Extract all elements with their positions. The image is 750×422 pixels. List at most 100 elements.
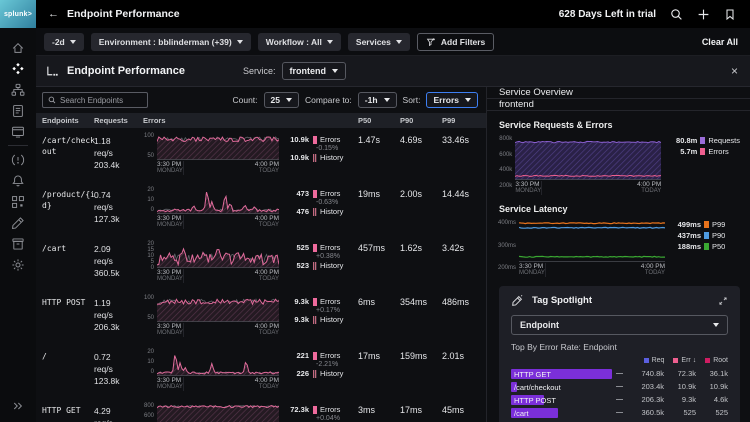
- errors-sparkline[interactable]: [157, 132, 279, 160]
- requests-errors-sparkline[interactable]: [515, 134, 662, 180]
- tag-err-value: 525: [683, 408, 696, 417]
- search-icon[interactable]: [670, 8, 683, 21]
- endpoint-row[interactable]: /cart/checkout 1.18 req/s 203.4k 100 50 3…: [36, 128, 486, 182]
- latency-chart[interactable]: 400ms 300ms 200ms 3:30 PM MONDAY 4:00 PM TOD…: [487, 218, 750, 277]
- p90-value: 4.69s: [400, 135, 423, 145]
- tag-row[interactable]: HTTP GET 740.8k 72.3k 36.1k: [511, 368, 728, 379]
- endpoint-name[interactable]: /: [42, 351, 96, 362]
- services-pill[interactable]: Services: [347, 32, 410, 51]
- tag-dropdown[interactable]: Endpoint: [511, 315, 728, 335]
- endpoint-name[interactable]: /product/{id}: [42, 189, 96, 211]
- errors-sparkline[interactable]: [157, 240, 279, 268]
- sidebar-item-alerts[interactable]: [6, 149, 30, 170]
- endpoint-row[interactable]: HTTP POST 1.19 req/s 206.3k 100 50 3:30 P…: [36, 290, 486, 344]
- sidebar-item-apm[interactable]: [6, 58, 30, 79]
- endpoint-search[interactable]: [42, 92, 148, 108]
- p90-value: 354ms: [400, 297, 428, 307]
- tag-subtitle: Top By Error Rate: Endpoint: [511, 342, 617, 352]
- sort-value: Errors: [433, 95, 459, 105]
- sidebar-expand-button[interactable]: [0, 400, 36, 412]
- chevron-down-icon: [236, 39, 243, 44]
- requests-errors-chart[interactable]: 800k 600k 400k 200k 3:30 PM MONDAY 4:00 PM TO…: [487, 134, 750, 195]
- errors-sparkline[interactable]: [157, 186, 279, 214]
- endpoint-row[interactable]: / 0.72 req/s 123.8k 20 10 0 3:30 PM MONDAY …: [36, 344, 486, 398]
- endpoint-name[interactable]: /cart: [42, 243, 96, 254]
- search-input[interactable]: [60, 95, 140, 105]
- endpoint-row[interactable]: HTTP GET 4.29 req/s 800600400 3:30 PMMON…: [36, 398, 486, 422]
- tag-sparkline-placeholder: [612, 399, 626, 400]
- endpoint-name[interactable]: /cart/checkout: [42, 135, 96, 157]
- bookmark-icon[interactable]: [724, 8, 736, 21]
- tag-root-value: 36.1k: [709, 369, 728, 378]
- col-endpoints: Endpoints: [42, 116, 79, 125]
- workflow-pill[interactable]: Workflow : All: [257, 32, 341, 51]
- sidebar-item-notifications[interactable]: [6, 170, 30, 191]
- endpoint-requests: 2.09 req/s 360.5k: [94, 244, 120, 278]
- add-filters-button[interactable]: Add Filters: [416, 32, 495, 51]
- panel-title: Endpoint Performance: [67, 65, 185, 77]
- sidebar-item-log-observer[interactable]: [6, 100, 30, 121]
- environment-pill[interactable]: Environment : bblinderman (+39): [90, 32, 251, 51]
- errors-sparkline[interactable]: [157, 348, 279, 376]
- back-button[interactable]: ←: [48, 8, 59, 20]
- y-axis: 400ms 300ms 200ms: [497, 220, 516, 271]
- sidebar-item-infrastructure[interactable]: [6, 79, 30, 100]
- sort-label: Sort:: [402, 95, 421, 105]
- tag-sparkline-placeholder: [612, 412, 626, 413]
- latency-sparkline[interactable]: [519, 218, 665, 262]
- tag-row[interactable]: HTTP POST 206.3k 9.3k 4.6k: [511, 394, 728, 405]
- x-axis: 3:30 PM MONDAY 4:00 PM TODAY: [157, 377, 279, 391]
- sidebar-item-dashboards[interactable]: [6, 121, 30, 142]
- expand-icon[interactable]: [718, 296, 728, 306]
- errors-chart: 100 50 3:30 PM MONDAY 4:00 PM TODAY: [140, 132, 279, 175]
- sort-dropdown[interactable]: Errors: [426, 92, 478, 108]
- tag-columns-legend: Req Err ↓ Root: [511, 357, 728, 364]
- tag-row[interactable]: /cart/checkout 203.4k 10.9k 10.9k: [511, 381, 728, 392]
- compare-dropdown[interactable]: -1h: [357, 92, 397, 108]
- sidebar-item-settings[interactable]: [6, 254, 30, 275]
- endpoint-row[interactable]: /product/{id} 0.74 req/s 127.3k 20 10 0 3:…: [36, 182, 486, 236]
- service-name-row[interactable]: frontend: [487, 99, 750, 111]
- page-title: Endpoint Performance: [67, 8, 180, 20]
- endpoint-name[interactable]: HTTP POST: [42, 297, 96, 308]
- apm-icon: [11, 62, 25, 76]
- p90-value: 1.62s: [400, 243, 423, 253]
- endpoint-name[interactable]: HTTP GET: [42, 405, 96, 416]
- chevron-down-icon: [465, 98, 471, 102]
- errors-sparkline[interactable]: [157, 294, 279, 322]
- y-axis: 800600400: [143, 403, 154, 419]
- col-p90: P90: [400, 116, 414, 125]
- service-dropdown[interactable]: frontend: [281, 62, 347, 80]
- sidebar-item-data-management[interactable]: [6, 191, 30, 212]
- time-range-pill[interactable]: -2d: [44, 32, 84, 51]
- tag-root-value: 4.6k: [713, 395, 728, 404]
- chevron-down-icon: [395, 39, 402, 44]
- chart-legend: 525 Errors +0.38% 523 History: [296, 243, 344, 270]
- y-axis: 100 50: [143, 295, 154, 321]
- tag-root-value: 525: [715, 408, 728, 417]
- endpoint-requests: 0.74 req/s 127.3k: [94, 190, 120, 224]
- service-label: Service:: [243, 66, 276, 76]
- chart-legend: 10.9k Errors -0.15% 10.9k History: [290, 135, 344, 162]
- x-axis: 3:30 PM MONDAY 4:00 PM TODAY: [519, 263, 665, 277]
- count-value: 25: [270, 95, 280, 105]
- col-p99: P99: [442, 116, 456, 125]
- x-axis: 3:30 PM MONDAY 4:00 PM TODAY: [157, 269, 279, 283]
- chevron-down-icon: [326, 39, 333, 44]
- close-icon[interactable]: ×: [731, 64, 738, 78]
- service-overview-title: Service Overview: [499, 87, 573, 98]
- create-plus-icon[interactable]: [697, 8, 710, 21]
- clear-all-button[interactable]: Clear All: [702, 37, 738, 47]
- compare-value: -1h: [364, 95, 378, 105]
- p50-value: 19ms: [358, 189, 381, 199]
- sidebar-item-home[interactable]: [6, 37, 30, 58]
- tag-row[interactable]: /cart 360.5k 525 525: [511, 407, 728, 418]
- endpoint-row[interactable]: /cart 2.09 req/s 360.5k 20 15 10 5 0 3:30 PM…: [36, 236, 486, 290]
- service-name: frontend: [499, 99, 534, 110]
- errors-sparkline[interactable]: [157, 402, 279, 422]
- count-dropdown[interactable]: 25: [263, 92, 299, 108]
- tag-name: HTTP POST: [514, 395, 556, 405]
- sidebar-item-storage[interactable]: [6, 233, 30, 254]
- sidebar-item-annotations[interactable]: [6, 212, 30, 233]
- splunk-logo[interactable]: splunk>: [0, 0, 36, 28]
